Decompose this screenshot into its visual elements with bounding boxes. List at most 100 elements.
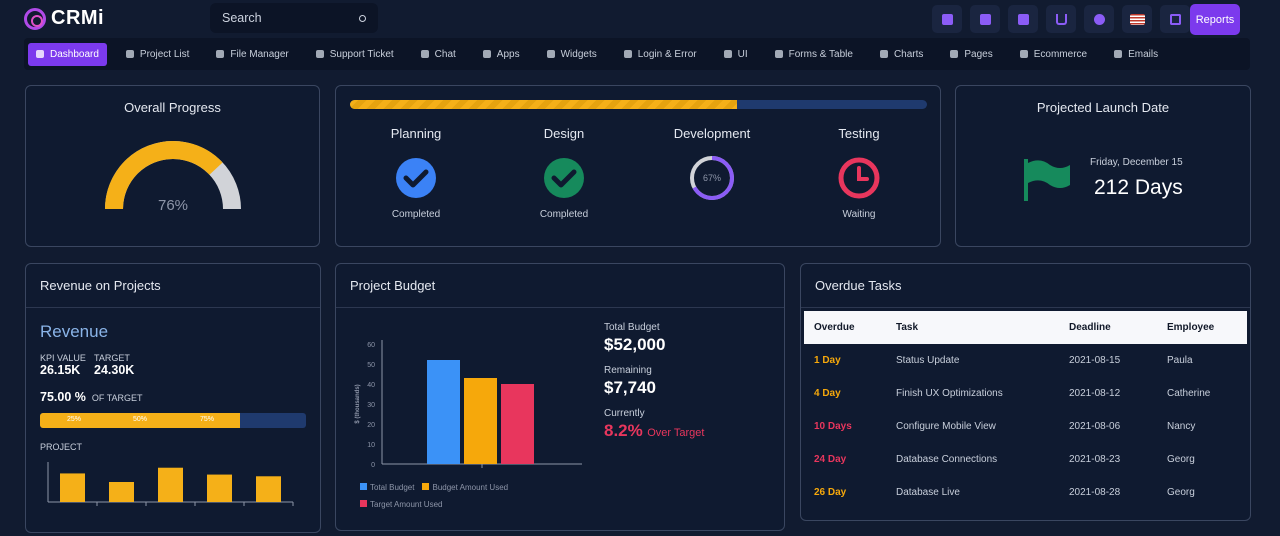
legend-item[interactable]: Budget Amount Used xyxy=(422,479,508,496)
nav-item-file-manager[interactable]: File Manager xyxy=(208,43,296,66)
deadline-cell: 2021-08-12 xyxy=(1069,388,1121,399)
task-cell: Database Connections xyxy=(896,454,998,465)
nav-item-ecommerce[interactable]: Ecommerce xyxy=(1012,43,1095,66)
target-pct: 75.00 % xyxy=(40,390,86,404)
budget-bar xyxy=(464,378,497,464)
nav-item-apps[interactable]: Apps xyxy=(475,43,528,66)
expand-icon[interactable] xyxy=(1160,5,1190,33)
check-circle-icon xyxy=(544,158,584,198)
revenue-card: Revenue on Projects Revenue KPI VALUE 26… xyxy=(25,263,321,533)
column-header[interactable]: Overdue xyxy=(804,311,886,344)
card-title: Revenue on Projects xyxy=(40,278,161,293)
bar-tick: 50% xyxy=(133,416,148,423)
legend-item[interactable]: Total Budget xyxy=(360,479,414,496)
legend-label: Target Amount Used xyxy=(370,500,443,509)
employee-cell: Georg xyxy=(1167,454,1195,465)
logo[interactable]: CRMi xyxy=(24,7,104,30)
kpi-label: KPI VALUE xyxy=(40,353,86,363)
task-cell: Database Live xyxy=(896,487,960,498)
widget-icon xyxy=(546,50,555,58)
project-bar xyxy=(158,467,183,502)
chart-legend: Total Budget Budget Amount Used Target Amo… xyxy=(360,479,560,513)
project-mini-chart xyxy=(47,462,294,506)
search-icon[interactable] xyxy=(359,14,366,22)
logo-text: CRMi xyxy=(51,7,105,29)
stage-development: Development 67% xyxy=(642,126,782,200)
cart-icon[interactable] xyxy=(1046,5,1076,33)
table-row[interactable]: 10 Days Configure Mobile View 2021-08-06 Na… xyxy=(804,410,1247,443)
total-value: $52,000 xyxy=(604,335,666,354)
overdue-tasks-card: Overdue Tasks Overdue Task Deadline Empl… xyxy=(800,263,1251,521)
nav-label: Apps xyxy=(496,48,520,60)
nav-label: Ecommerce xyxy=(1033,48,1088,60)
nav-item-widgets[interactable]: Widgets xyxy=(539,43,605,66)
reports-button[interactable]: Reports xyxy=(1190,4,1240,35)
table-row[interactable]: 1 Day Status Update 2021-08-15 Paula xyxy=(804,344,1247,377)
budget-card: Project Budget 0 10 20 30 40 50 60 $ (thousands… xyxy=(335,263,785,531)
nav-item-emails[interactable]: Emails xyxy=(1106,43,1166,66)
project-bar xyxy=(207,474,232,502)
legend-swatch xyxy=(360,500,367,507)
nav-item-support-ticket[interactable]: Support Ticket xyxy=(308,43,402,66)
stage-testing: Testing Waiting xyxy=(789,126,929,220)
nav-item-forms-table[interactable]: Forms & Table xyxy=(767,43,861,66)
stage-status: Completed xyxy=(539,209,589,220)
nav-label: Widgets xyxy=(560,48,597,60)
nav-item-pages[interactable]: Pages xyxy=(942,43,1000,66)
task-cell: Finish UX Optimizations xyxy=(896,388,1003,399)
overdue-cell: 26 Day xyxy=(814,487,847,498)
bar-tick: 75% xyxy=(200,416,215,423)
nav-item-charts[interactable]: Charts xyxy=(872,43,931,66)
overdue-cell: 1 Day xyxy=(814,355,841,366)
clock-icon xyxy=(838,157,880,199)
flag-icon xyxy=(1024,159,1070,201)
progress-ring-icon: 67% xyxy=(690,156,734,200)
grid-icon[interactable] xyxy=(970,5,1000,33)
legend-label: Budget Amount Used xyxy=(432,483,509,492)
nav-item-project-list[interactable]: Project List xyxy=(118,43,197,66)
deadline-cell: 2021-08-06 xyxy=(1069,421,1121,432)
overdue-cell: 10 Days xyxy=(814,421,852,432)
table-row[interactable]: 26 Day Database Live 2021-08-28 Georg xyxy=(804,476,1247,509)
search-input[interactable] xyxy=(222,11,342,25)
y-tick-label: 0 xyxy=(371,462,375,469)
table-row[interactable]: 24 Day Database Connections 2021-08-23 Geor… xyxy=(804,443,1247,476)
nav-label: Support Ticket xyxy=(329,48,394,60)
total-label: Total Budget xyxy=(604,322,660,333)
card-title: Projected Launch Date xyxy=(1036,100,1170,115)
remaining-label: Remaining xyxy=(604,365,652,376)
card-title: Overdue Tasks xyxy=(815,278,902,293)
column-header[interactable]: Employee xyxy=(1157,311,1247,344)
bell-icon[interactable] xyxy=(932,5,962,33)
y-tick-label: 50 xyxy=(367,362,375,369)
us-flag-icon[interactable] xyxy=(1122,5,1152,33)
task-cell: Status Update xyxy=(896,355,960,366)
nav-label: UI xyxy=(737,48,748,60)
kpi-value: 26.15K xyxy=(40,363,81,377)
top-bar: CRMi Reports xyxy=(0,0,1280,38)
employee-cell: Nancy xyxy=(1167,421,1196,432)
overdue-table: Overdue Task Deadline Employee 1 Day Stat… xyxy=(804,311,1247,509)
stage-progress-bar xyxy=(350,100,927,109)
y-tick-label: 30 xyxy=(367,402,375,409)
folder-icon[interactable] xyxy=(1008,5,1038,33)
table-row[interactable]: 4 Day Finish UX Optimizations 2021-08-12 Ca… xyxy=(804,377,1247,410)
project-stages-card: Planning Completed Design Completed Deve… xyxy=(335,85,941,247)
column-header[interactable]: Task xyxy=(886,311,1059,344)
search-box[interactable] xyxy=(210,3,378,33)
current-pct: 8.2% xyxy=(604,421,643,440)
nav-item-chat[interactable]: Chat xyxy=(413,43,464,66)
nav-item-dashboard[interactable]: Dashboard xyxy=(28,42,107,66)
nav-item-ui[interactable]: UI xyxy=(716,43,756,66)
y-tick-label: 20 xyxy=(367,422,375,429)
chat-icon xyxy=(420,50,429,58)
column-header[interactable]: Deadline xyxy=(1059,311,1157,344)
legend-item[interactable]: Target Amount Used xyxy=(360,496,442,513)
stage-name: Development xyxy=(673,126,751,141)
stage-status: Completed xyxy=(391,209,441,220)
project-bar xyxy=(256,476,281,502)
nav-label: Charts xyxy=(893,48,924,60)
logo-icon xyxy=(24,7,46,30)
chat-icon[interactable] xyxy=(1084,5,1114,33)
nav-item-login-error[interactable]: Login & Error xyxy=(616,43,705,66)
